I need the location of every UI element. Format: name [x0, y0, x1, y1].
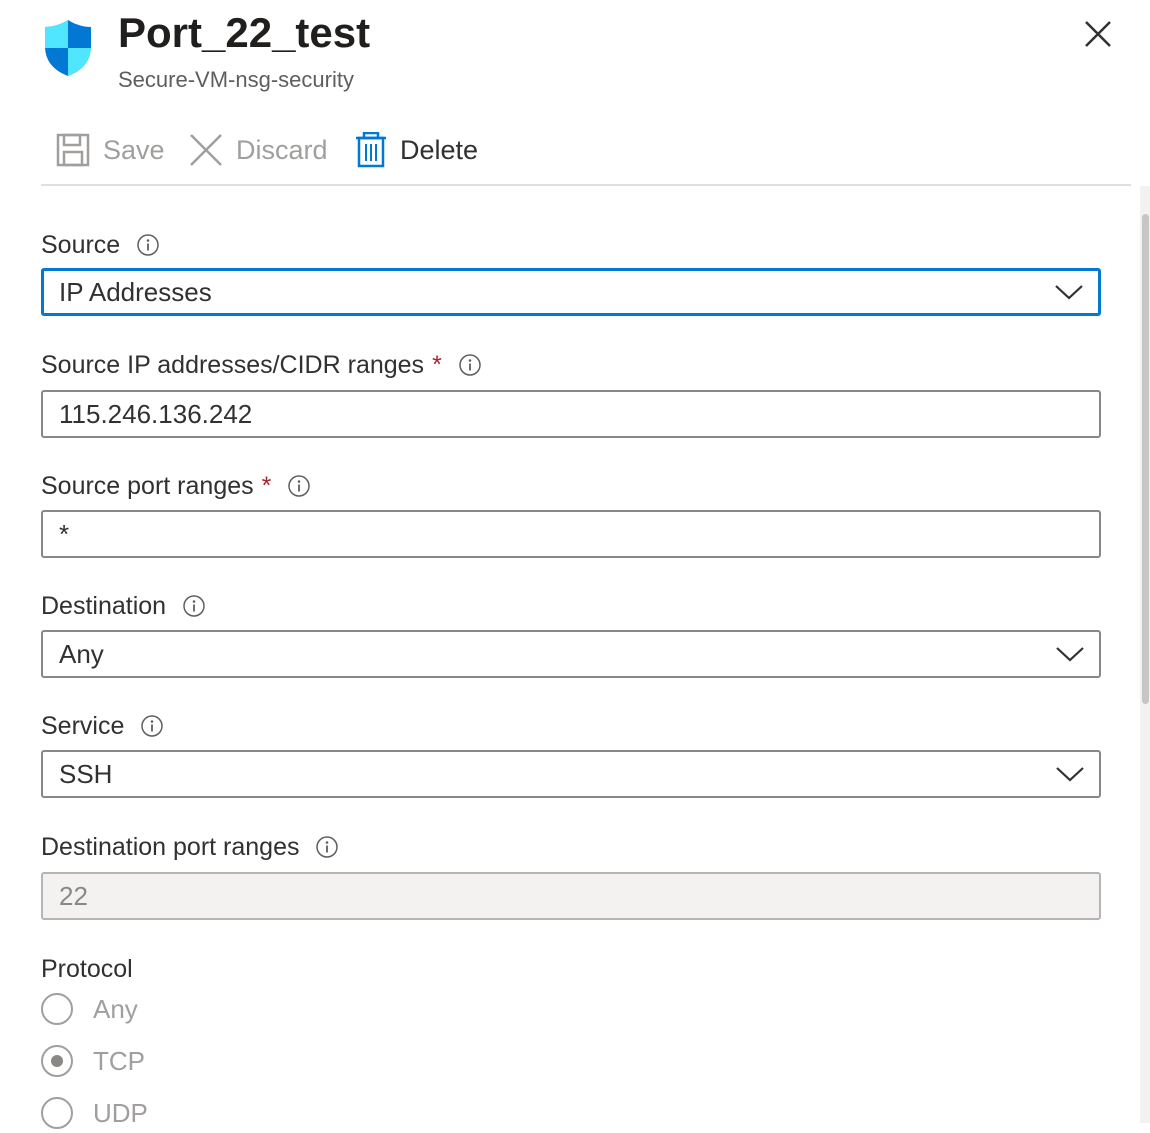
radio-button-selected[interactable] [41, 1045, 73, 1077]
toolbar-divider [41, 184, 1131, 186]
chevron-down-icon [1056, 647, 1084, 662]
discard-label: Discard [236, 134, 328, 165]
protocol-option-label: Any [93, 993, 138, 1024]
info-icon[interactable] [315, 835, 339, 859]
dest-port-value: 22 [59, 880, 88, 911]
source-label: Source [41, 229, 160, 261]
discard-icon [190, 134, 222, 166]
dest-port-label: Destination port ranges [41, 831, 339, 863]
source-ip-input[interactable] [59, 398, 1099, 430]
destination-dropdown-value: Any [59, 638, 104, 669]
required-indicator: * [432, 350, 442, 379]
radio-button[interactable] [41, 1097, 73, 1129]
radio-button[interactable] [41, 993, 73, 1025]
save-icon [56, 133, 90, 167]
protocol-option-any[interactable]: Any [41, 989, 138, 1029]
page-subtitle: Secure-VM-nsg-security [118, 67, 354, 92]
save-label: Save [103, 134, 165, 165]
source-ip-label: Source IP addresses/CIDR ranges * [41, 349, 482, 381]
source-port-field[interactable] [41, 510, 1101, 558]
service-dropdown[interactable]: SSH [41, 750, 1101, 798]
delete-button[interactable]: Delete [354, 128, 478, 172]
source-dropdown-value: IP Addresses [59, 276, 212, 307]
dest-port-label-text: Destination port ranges [41, 832, 300, 861]
source-label-text: Source [41, 230, 121, 259]
protocol-option-tcp[interactable]: TCP [41, 1041, 145, 1081]
protocol-label-text: Protocol [41, 954, 133, 983]
close-icon [1085, 21, 1111, 47]
source-port-input[interactable] [59, 518, 1099, 550]
protocol-option-label: TCP [93, 1045, 145, 1076]
service-dropdown-value: SSH [59, 758, 113, 789]
page-title: Port_22_test [118, 9, 371, 56]
trash-icon [356, 132, 386, 168]
resource-icon [42, 18, 94, 78]
source-ip-field[interactable] [41, 390, 1101, 438]
info-icon[interactable] [287, 474, 311, 498]
shield-icon [45, 20, 91, 76]
chevron-down-icon [1055, 285, 1083, 300]
service-label-text: Service [41, 711, 125, 740]
info-icon[interactable] [182, 594, 206, 618]
required-indicator: * [261, 471, 272, 500]
source-ip-label-text: Source IP addresses/CIDR ranges [41, 350, 425, 379]
scrollbar-thumb[interactable] [1142, 214, 1149, 704]
info-icon[interactable] [136, 233, 160, 257]
protocol-label: Protocol [41, 953, 133, 985]
source-port-label-text: Source port ranges [41, 471, 254, 500]
destination-label-text: Destination [41, 591, 167, 620]
delete-label: Delete [400, 134, 479, 165]
close-button[interactable] [1076, 12, 1120, 56]
dest-port-field: 22 [41, 872, 1101, 920]
info-icon[interactable] [458, 353, 482, 377]
source-port-label: Source port ranges * [41, 470, 311, 502]
service-label: Service [41, 710, 164, 742]
source-dropdown[interactable]: IP Addresses [41, 268, 1101, 316]
protocol-option-udp[interactable]: UDP [41, 1093, 148, 1133]
protocol-option-label: UDP [93, 1097, 148, 1128]
destination-label: Destination [41, 590, 206, 622]
destination-dropdown[interactable]: Any [41, 630, 1101, 678]
discard-button[interactable]: Discard [188, 128, 328, 172]
save-button[interactable]: Save [55, 128, 165, 172]
info-icon[interactable] [140, 714, 164, 738]
chevron-down-icon [1056, 767, 1084, 782]
